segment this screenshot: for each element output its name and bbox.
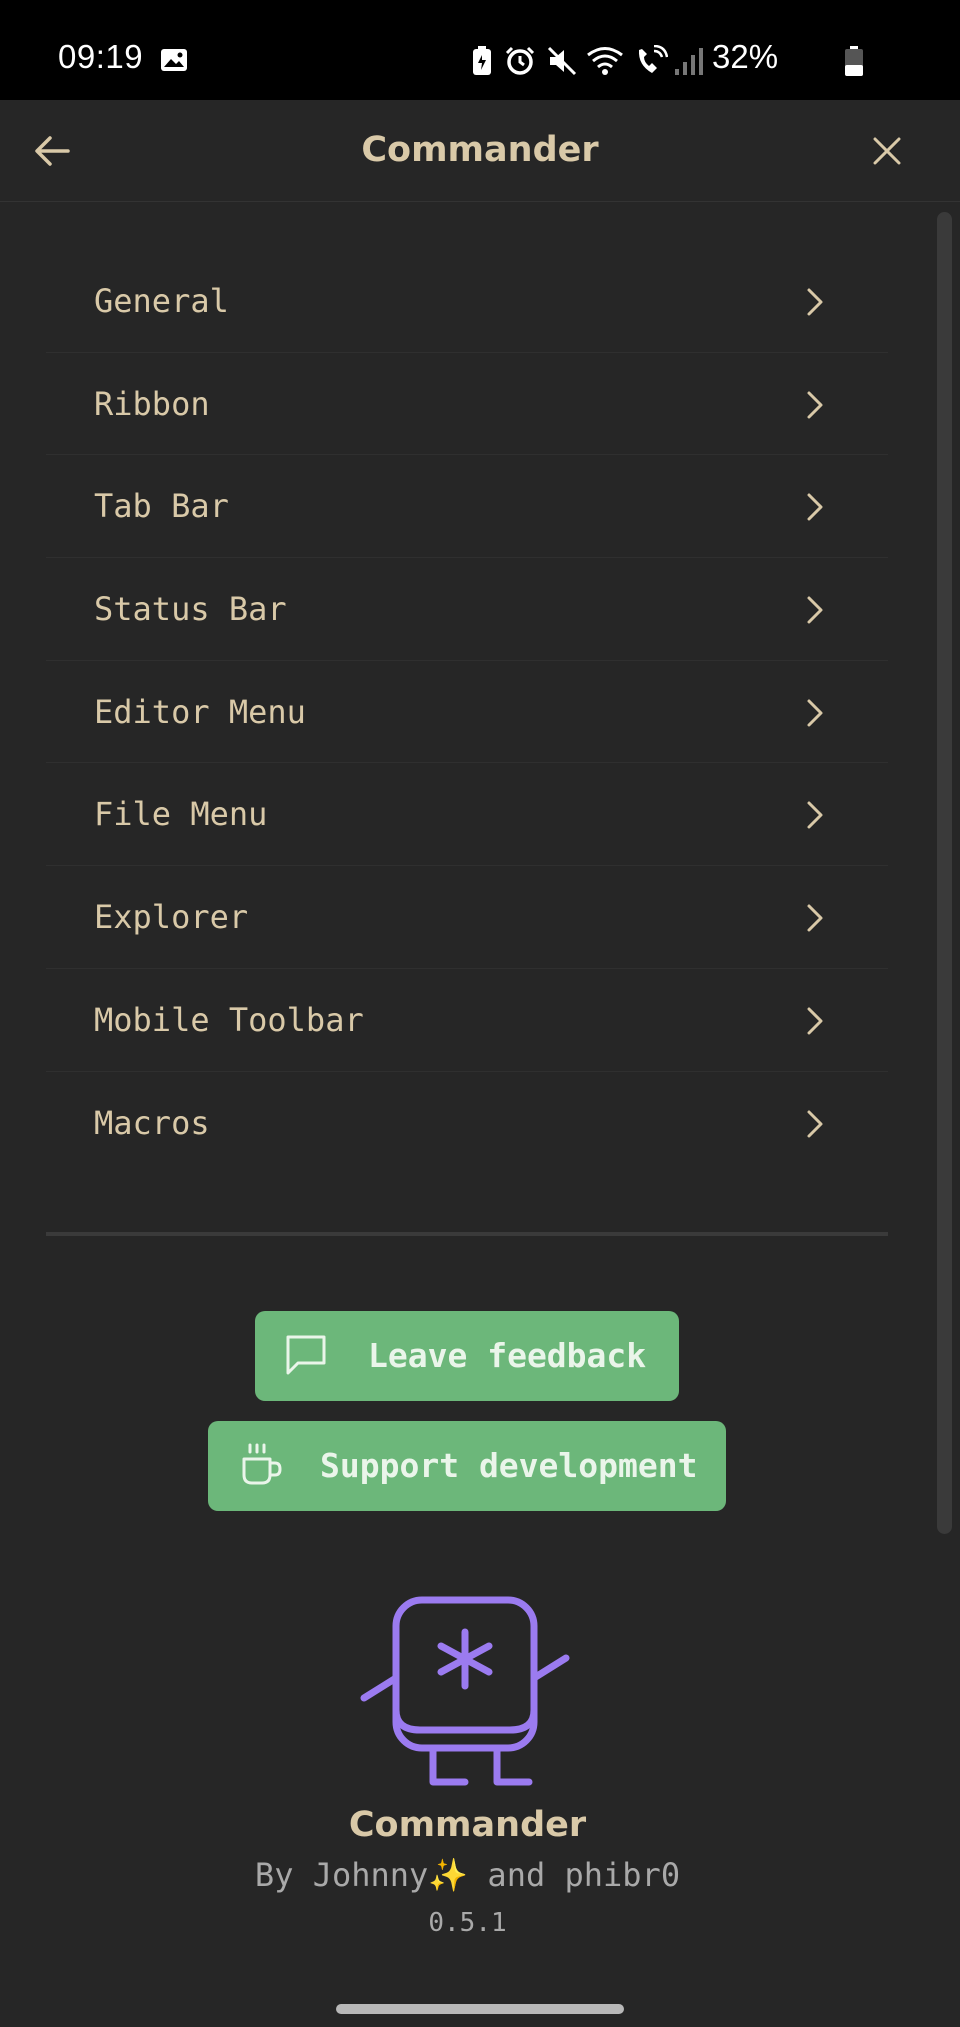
- battery-percent: 32%: [712, 38, 779, 75]
- menu-item-label: Status Bar: [94, 590, 287, 629]
- menu-item-label: Ribbon: [94, 384, 210, 423]
- menu-item-mobile-toolbar[interactable]: Mobile Toolbar: [46, 969, 888, 1072]
- home-indicator[interactable]: [336, 2004, 624, 2014]
- menu-item-explorer[interactable]: Explorer: [46, 866, 888, 969]
- chevron-right-icon: [807, 288, 823, 316]
- battery-saver-icon: [473, 46, 491, 75]
- menu-item-general[interactable]: General: [46, 250, 888, 353]
- menu-item-label: File Menu: [94, 795, 268, 834]
- gallery-icon: [161, 49, 187, 71]
- plugin-version: 0.5.1: [428, 1908, 507, 1938]
- chevron-right-icon: [807, 1007, 823, 1035]
- chevron-right-icon: [807, 493, 823, 521]
- status-icons: 32%: [460, 0, 960, 100]
- menu-item-label: Editor Menu: [94, 692, 306, 731]
- coffee-cup-icon: [242, 1443, 282, 1485]
- message-square-icon: [286, 1335, 326, 1375]
- chevron-right-icon: [807, 391, 823, 419]
- status-time: 09:19: [58, 38, 144, 75]
- support-development-button[interactable]: Support development: [208, 1421, 726, 1511]
- menu-item-label: Macros: [94, 1103, 210, 1142]
- menu-item-label: Tab Bar: [94, 487, 229, 526]
- plugin-authors: By Johnny✨ and phibr0: [254, 1856, 681, 1894]
- app-header: Commander: [0, 100, 960, 202]
- menu-item-label: General: [94, 282, 229, 320]
- menu-item-file-menu[interactable]: File Menu: [46, 763, 888, 867]
- settings-menu: General Ribbon Tab Bar Status Bar Editor…: [46, 250, 888, 1174]
- page-title: Commander: [361, 130, 599, 170]
- support-development-label: Support development: [320, 1446, 698, 1485]
- menu-item-status-bar[interactable]: Status Bar: [46, 558, 888, 661]
- menu-item-tab-bar[interactable]: Tab Bar: [46, 455, 888, 559]
- menu-item-editor-menu[interactable]: Editor Menu: [46, 661, 888, 764]
- scrollbar[interactable]: [937, 212, 952, 1534]
- wifi-call-icon: [638, 45, 668, 73]
- close-icon[interactable]: [862, 126, 912, 176]
- chevron-right-icon: [807, 699, 823, 727]
- plugin-name: Commander: [348, 1805, 587, 1845]
- menu-item-label: Mobile Toolbar: [94, 1000, 364, 1039]
- chevron-right-icon: [807, 904, 823, 932]
- menu-item-label: Explorer: [94, 898, 249, 937]
- chevron-right-icon: [807, 596, 823, 624]
- signal-icon: [675, 48, 703, 75]
- leave-feedback-label: Leave feedback: [368, 1336, 647, 1375]
- chevron-right-icon: [807, 801, 823, 829]
- commander-mascot-logo: [360, 1596, 570, 1786]
- leave-feedback-button[interactable]: Leave feedback: [255, 1311, 679, 1401]
- system-status-bar: 09:19 32%: [0, 0, 960, 100]
- section-divider: [46, 1232, 888, 1236]
- menu-item-macros[interactable]: Macros: [46, 1072, 888, 1175]
- alarm-icon: [505, 46, 535, 75]
- battery-icon: [845, 46, 863, 76]
- wifi-icon: [587, 47, 623, 75]
- chevron-right-icon: [807, 1110, 823, 1137]
- mute-icon: [547, 46, 577, 76]
- menu-item-ribbon[interactable]: Ribbon: [46, 353, 888, 456]
